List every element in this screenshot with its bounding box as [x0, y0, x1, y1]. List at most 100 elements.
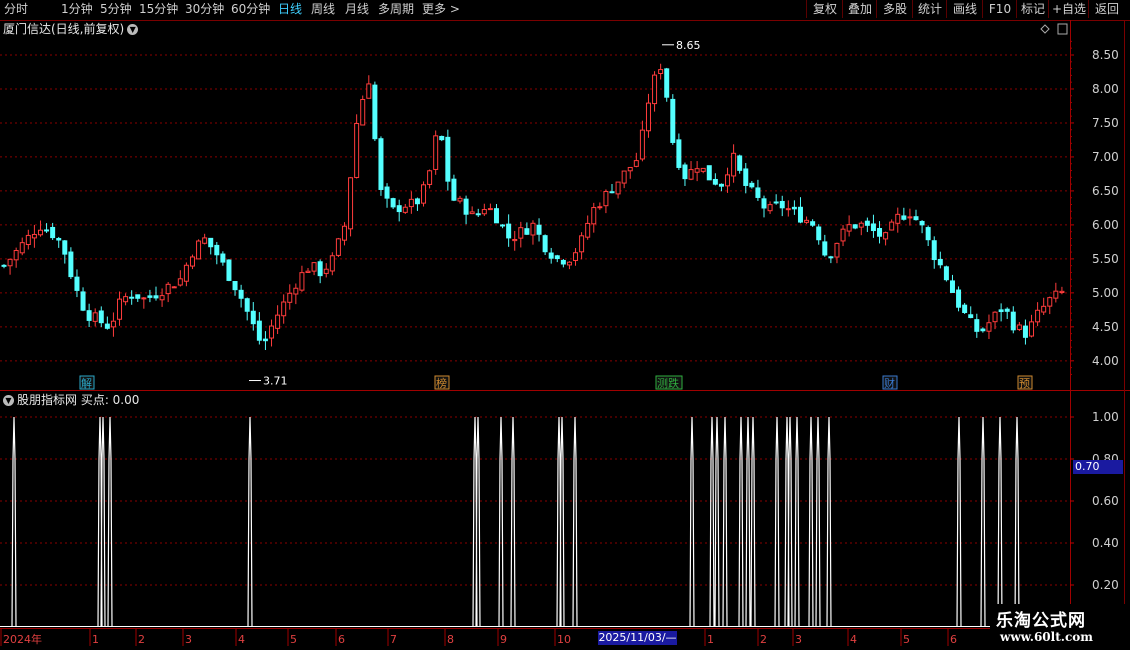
- candle-body: [1041, 305, 1047, 313]
- candle-body: [731, 152, 737, 177]
- panel-toggle-icon[interactable]: [1057, 23, 1068, 35]
- candle-body: [475, 213, 481, 216]
- signal-spike: [956, 416, 962, 628]
- candle-body: [74, 276, 80, 291]
- candle-body: [311, 262, 317, 272]
- event-marker-label: 测跌: [657, 376, 679, 390]
- candle-body: [548, 252, 554, 259]
- candle-body: [652, 74, 658, 105]
- signal-spike: [787, 416, 793, 628]
- candle-body: [658, 69, 664, 74]
- candle-body: [141, 297, 147, 300]
- candle-body: [506, 223, 512, 239]
- candle-body: [457, 197, 463, 202]
- candle-body: [700, 167, 706, 172]
- watermark-url: www.60lt.com: [1000, 630, 1093, 644]
- candle-body: [439, 135, 445, 141]
- time-axis-label: 3: [185, 633, 192, 646]
- candle-body: [414, 198, 420, 205]
- signal-spike: [997, 416, 1003, 628]
- candle-body: [68, 251, 74, 278]
- signal-spike: [738, 416, 744, 628]
- candle-body: [238, 289, 244, 299]
- event-marker-label: 财: [884, 376, 895, 390]
- candle-body: [804, 219, 810, 223]
- cursor-date-label: 2025/11/03/—: [598, 631, 677, 645]
- candle-body: [390, 198, 396, 208]
- candle-body: [202, 237, 208, 244]
- signal-spike: [498, 416, 504, 628]
- time-axis-label: 2: [138, 633, 145, 646]
- signal-spike: [11, 416, 17, 628]
- candle-body: [196, 240, 202, 260]
- candle-body: [524, 228, 530, 235]
- chevron-down-icon[interactable]: ▼: [127, 24, 139, 35]
- candle-body: [177, 278, 183, 286]
- candle-body: [1053, 290, 1059, 299]
- candle-body: [925, 227, 931, 241]
- candle-body: [919, 220, 925, 226]
- candle-body: [31, 233, 37, 239]
- candle-body: [1059, 290, 1065, 294]
- stock-chart-canvas[interactable]: 4.00 4.50 5.00 5.50 6.00 6.50 7.00 7.50 8.00 8.50…: [0, 0, 1130, 650]
- candle-body: [366, 83, 372, 99]
- candle-body: [135, 294, 141, 299]
- signal-spike: [808, 416, 814, 628]
- candle-body: [992, 311, 998, 323]
- candle-body: [317, 261, 323, 277]
- candle-body: [262, 338, 268, 342]
- signal-spike: [794, 416, 800, 628]
- indicator-name: 股朋指标网 买点: 0.00: [17, 393, 140, 407]
- candle-body: [183, 264, 189, 282]
- candle-body: [50, 226, 56, 239]
- candle-body: [341, 225, 347, 241]
- candle-body: [725, 174, 731, 187]
- candle-body: [250, 310, 256, 325]
- y-tick-label: 7.50: [1092, 116, 1119, 130]
- candle-body: [123, 296, 129, 303]
- candle-body: [487, 208, 493, 211]
- candle-body: [19, 242, 25, 254]
- candle-body: [901, 215, 907, 220]
- time-axis-label: 10: [557, 633, 571, 646]
- candle-body: [299, 272, 305, 291]
- candle-body: [189, 256, 195, 267]
- signal-spike: [826, 416, 832, 628]
- candle-body: [13, 250, 19, 261]
- signal-spike: [980, 416, 986, 628]
- candle-body: [579, 235, 585, 253]
- candle-body: [761, 198, 767, 209]
- candle-body: [615, 181, 621, 195]
- diamond-icon[interactable]: [1040, 24, 1050, 34]
- candle-body: [536, 224, 542, 235]
- sub-y-tick-label: 1.00: [1092, 410, 1119, 424]
- candle-body: [718, 183, 724, 187]
- candle-body: [956, 289, 962, 308]
- candle-body: [968, 314, 974, 319]
- candle-body: [645, 102, 651, 132]
- time-axis-label: 3: [795, 633, 802, 646]
- candle-body: [816, 226, 822, 241]
- candle-body: [1022, 325, 1028, 338]
- candle-body: [883, 232, 889, 240]
- candle-body: [560, 259, 566, 265]
- time-axis-label: 7: [390, 633, 397, 646]
- candle-body: [931, 240, 937, 261]
- candle-body: [493, 208, 499, 224]
- candle-body: [1035, 309, 1041, 323]
- candle-body: [500, 224, 506, 227]
- candle-body: [214, 244, 220, 256]
- main-chart-title: 厦门信达(日线,前复权) ▼: [3, 21, 139, 37]
- candle-body: [864, 220, 870, 226]
- candle-body: [408, 198, 414, 208]
- candle-body: [512, 239, 518, 242]
- candle-body: [585, 222, 591, 238]
- signal-spike: [745, 416, 751, 628]
- candle-body: [676, 139, 682, 168]
- signal-spike: [559, 416, 565, 628]
- candle-body: [998, 309, 1004, 313]
- time-axis-label: 1: [707, 633, 714, 646]
- candle-body: [542, 235, 548, 253]
- chevron-down-icon[interactable]: ▼: [3, 395, 14, 406]
- watermark-title: 乐淘公式网: [996, 611, 1086, 631]
